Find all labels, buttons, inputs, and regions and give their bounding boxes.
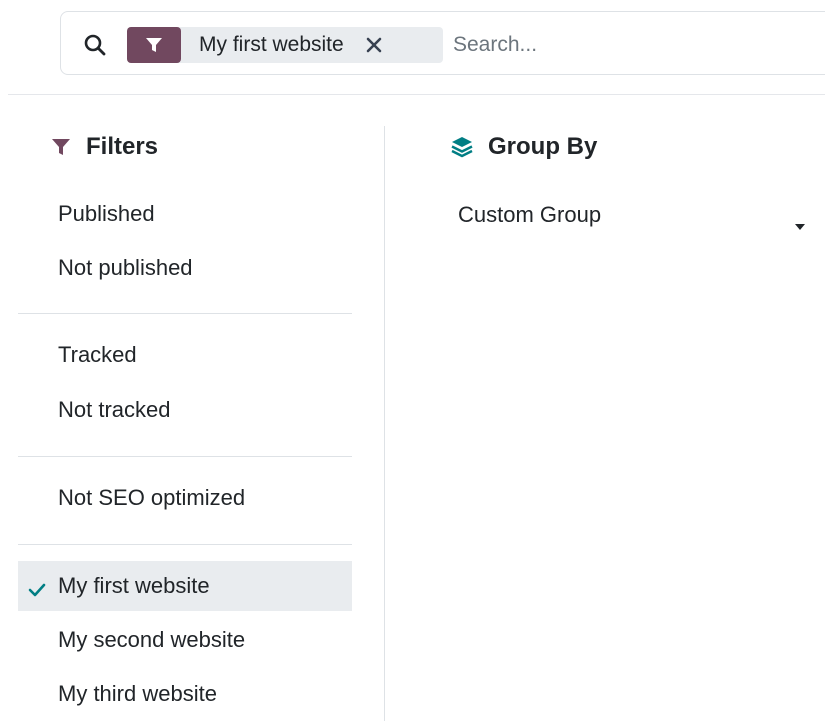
filter-divider: [18, 313, 352, 314]
filter-my-first-website[interactable]: My first website: [18, 561, 352, 611]
filter-label: Published: [58, 201, 155, 226]
filter-not-seo-optimized[interactable]: Not SEO optimized: [18, 473, 352, 523]
filter-published[interactable]: Published: [18, 189, 352, 239]
filter-divider: [18, 456, 352, 457]
filter-icon: [127, 27, 181, 63]
group-by-label: Group By: [488, 133, 598, 160]
filter-label: Not published: [58, 255, 193, 280]
filter-tracked[interactable]: Tracked: [18, 330, 352, 380]
filter-my-third-website[interactable]: My third website: [18, 669, 352, 719]
column-divider: [384, 126, 385, 721]
group-by-title: Group By: [450, 133, 597, 161]
filter-label: Tracked: [58, 342, 137, 367]
filters-title: Filters: [50, 133, 158, 161]
header-divider: [8, 94, 825, 95]
filter-not-published[interactable]: Not published: [18, 243, 352, 293]
filter-icon: [50, 136, 86, 158]
filter-label: My second website: [58, 627, 246, 652]
caret-down-icon: [794, 211, 806, 230]
facet-label: My first website: [199, 33, 344, 56]
filter-label: My third website: [58, 681, 217, 706]
layers-icon: [450, 135, 488, 159]
search-icon[interactable]: [83, 33, 107, 57]
custom-group-select[interactable]: Custom Group: [450, 190, 825, 240]
search-input[interactable]: [453, 27, 813, 63]
custom-group-label: Custom Group: [458, 202, 602, 227]
filter-divider: [18, 544, 352, 545]
filter-not-tracked[interactable]: Not tracked: [18, 385, 352, 435]
search-facet: My first website: [127, 27, 443, 63]
filters-label: Filters: [86, 133, 159, 160]
search-bar[interactable]: My first website: [60, 11, 825, 75]
close-icon[interactable]: [364, 35, 384, 55]
filter-label: Not SEO optimized: [58, 485, 246, 510]
filter-label: Not tracked: [58, 397, 171, 422]
check-icon: [28, 578, 46, 597]
filter-my-second-website[interactable]: My second website: [18, 615, 352, 665]
filter-label: My first website: [58, 573, 210, 598]
